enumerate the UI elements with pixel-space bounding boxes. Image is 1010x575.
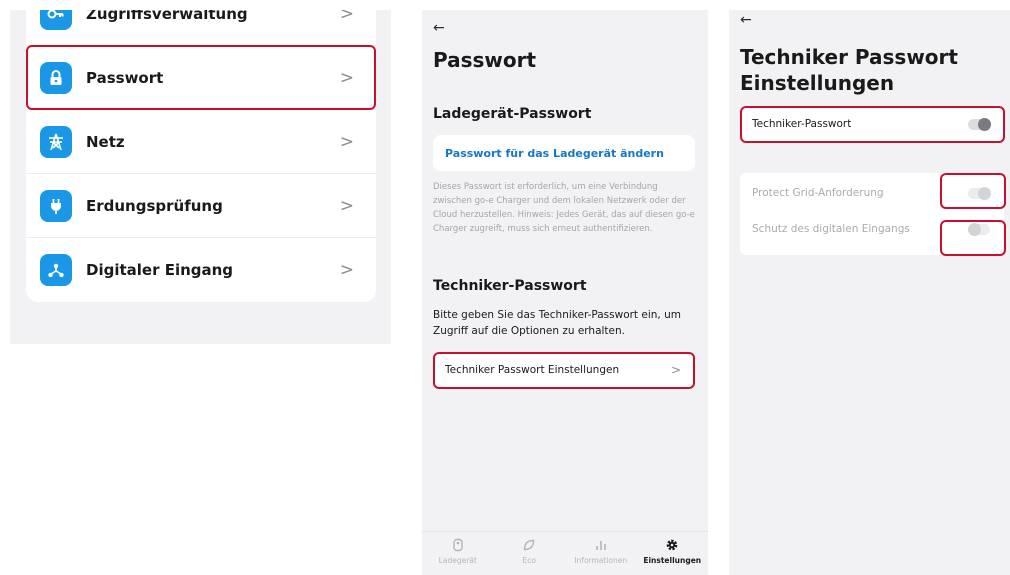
change-charger-password-link[interactable]: Passwort für das Ladegerät ändern	[433, 135, 695, 171]
tab-charger[interactable]: Ladegerät	[422, 532, 494, 575]
menu-item-label: Passwort	[86, 68, 164, 87]
chevron-right-icon: >	[670, 363, 681, 377]
bottom-tab-bar: Ladegerät Eco Informationen Einstellunge…	[422, 531, 708, 575]
leaf-icon	[524, 539, 535, 551]
back-arrow-icon[interactable]: ←	[740, 12, 752, 28]
section-title-charger-password: Ladegerät-Passwort	[433, 106, 592, 122]
menu-item-ground-check[interactable]: Erdungsprüfung >	[26, 174, 376, 238]
bar-chart-icon	[595, 541, 606, 550]
menu-item-access-management[interactable]: Zugriffsverwaltung >	[26, 10, 376, 46]
tab-eco[interactable]: Eco	[494, 532, 566, 575]
charger-password-hint: Dieses Passwort ist erforderlich, um ein…	[433, 182, 695, 234]
menu-item-grid[interactable]: Netz >	[26, 110, 376, 174]
page-title-line2: Einstellungen	[740, 71, 895, 95]
chevron-right-icon: >	[339, 260, 354, 280]
charger-icon	[453, 538, 463, 552]
page-title: Passwort	[433, 48, 537, 72]
digital-input-protection-row: Schutz des digitalen Eingangs	[740, 211, 1004, 247]
technician-password-description: Bitte geben Sie das Techniker-Passwort e…	[433, 309, 681, 337]
section-title-technician-password: Techniker-Passwort	[433, 278, 587, 294]
toggle-knob	[968, 223, 981, 236]
setting-label: Protect Grid-Anforderung	[752, 187, 884, 199]
password-screen: ← Passwort Ladegerät-Passwort Passwort f…	[422, 10, 708, 575]
technician-password-row: Techniker-Passwort	[740, 106, 1004, 142]
key-icon	[40, 10, 72, 30]
tab-label: Eco	[522, 556, 536, 565]
menu-item-label: Netz	[86, 132, 125, 151]
lock-icon	[40, 61, 72, 94]
protect-grid-toggle[interactable]	[968, 187, 991, 200]
protect-grid-row: Protect Grid-Anforderung	[740, 175, 1004, 211]
setting-label: Schutz des digitalen Eingangs	[752, 223, 910, 235]
tab-label: Ladegerät	[438, 556, 477, 565]
plug-icon	[40, 189, 72, 222]
tab-settings[interactable]: Einstellungen	[637, 532, 709, 575]
toggle-knob	[978, 118, 991, 131]
change-password-link-label: Passwort für das Ladegerät ändern	[445, 146, 664, 160]
tab-label: Informationen	[574, 556, 628, 565]
chevron-right-icon: >	[339, 10, 354, 24]
toggle-knob	[978, 187, 991, 200]
tab-information[interactable]: Informationen	[565, 532, 637, 575]
chevron-right-icon: >	[339, 67, 354, 88]
chevron-right-icon: >	[339, 131, 354, 152]
power-pylon-icon	[40, 125, 72, 158]
technician-password-settings-row[interactable]: Techniker Passwort Einstellungen >	[433, 352, 695, 388]
protection-settings-card: Protect Grid-Anforderung Schutz des digi…	[740, 173, 1004, 255]
network-icon	[40, 254, 72, 286]
back-arrow-icon[interactable]: ←	[433, 20, 445, 36]
gear-icon	[666, 539, 678, 551]
technician-password-card: Techniker-Passwort	[740, 106, 1004, 142]
menu-item-digital-input[interactable]: Digitaler Eingang >	[26, 238, 376, 302]
page-title-line1: Techniker Passwort	[740, 45, 958, 69]
digital-input-protection-toggle[interactable]	[968, 223, 990, 236]
menu-item-label: Erdungsprüfung	[86, 196, 223, 215]
settings-menu-list: Zugriffsverwaltung > Passwort > Netz > E…	[26, 10, 376, 302]
tab-label: Einstellungen	[643, 556, 702, 565]
menu-item-label: Digitaler Eingang	[86, 261, 234, 279]
row-label: Techniker Passwort Einstellungen	[445, 364, 620, 376]
setting-label: Techniker-Passwort	[752, 118, 852, 130]
chevron-right-icon: >	[339, 195, 354, 216]
settings-menu-screen: Zugriffsverwaltung > Passwort > Netz > E…	[10, 10, 391, 344]
menu-item-label: Zugriffsverwaltung	[86, 10, 248, 23]
technician-password-settings-screen: ← Techniker Passwort Einstellungen Techn…	[729, 10, 1010, 575]
menu-item-password[interactable]: Passwort >	[26, 46, 376, 110]
technician-password-toggle[interactable]	[968, 118, 991, 131]
